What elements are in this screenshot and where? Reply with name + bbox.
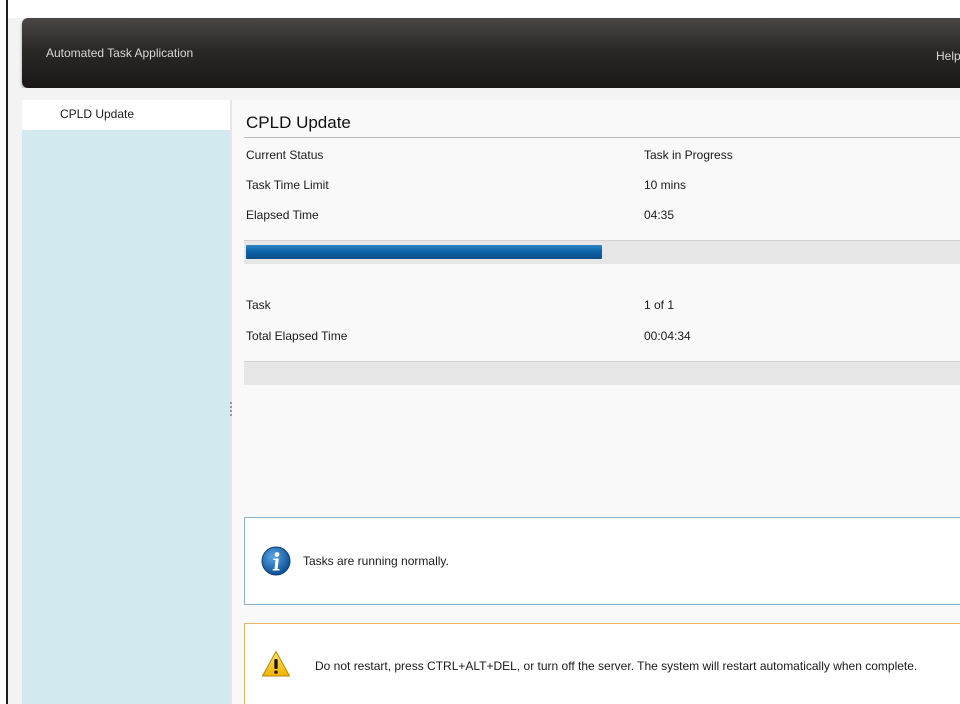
page-title: CPLD Update [246,113,351,132]
total-elapsed-time-value: 00:04:34 [644,329,691,343]
warning-message-text: Do not restart, press CTRL+ALT+DEL, or t… [315,659,918,673]
help-link[interactable]: Help [936,49,960,63]
task-progress-fill [246,245,602,259]
main-panel: CPLD Update Current Status Task in Progr… [232,100,960,704]
info-icon [261,546,291,576]
info-message-text: Tasks are running normally. [303,554,449,568]
application-window: Automated Task Application Help CPLD Upd… [0,0,960,704]
sidebar-item-label: CPLD Update [60,107,135,121]
task-count-value: 1 of 1 [644,298,675,312]
title-divider [244,137,960,138]
task-time-limit-value: 10 mins [644,178,687,192]
info-message-box: Tasks are running normally. [244,517,960,605]
sidebar-item-cpld-update[interactable]: CPLD Update [22,100,230,130]
app-title: Automated Task Application [46,46,194,60]
elapsed-time-value: 04:35 [644,208,675,222]
window-left-border [0,0,8,704]
elapsed-time-label: Elapsed Time [246,208,319,222]
sidebar: CPLD Update [22,100,230,704]
task-progress-bar [244,240,960,264]
header-gap [8,88,960,100]
warning-icon [262,651,290,677]
total-elapsed-time-label: Total Elapsed Time [246,329,348,343]
task-count-label: Task [246,298,271,312]
current-status-label: Current Status [246,148,324,162]
window-top-gap [8,0,960,18]
overall-progress-bar [244,361,960,385]
header-bar: Automated Task Application Help [22,18,960,88]
task-time-limit-label: Task Time Limit [246,178,329,192]
current-status-value: Task in Progress [644,148,733,162]
warning-message-box: Do not restart, press CTRL+ALT+DEL, or t… [244,623,960,704]
